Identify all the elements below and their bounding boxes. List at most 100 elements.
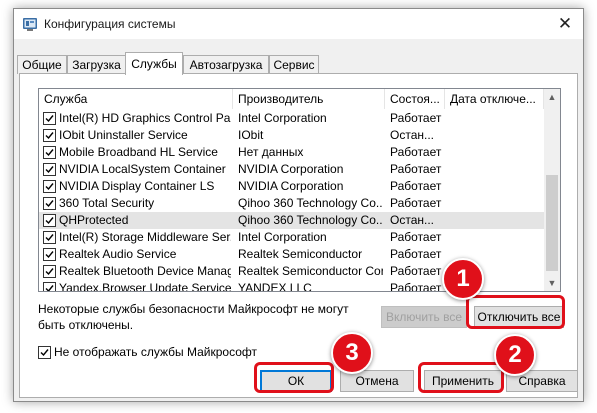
service-status: Работает — [390, 230, 442, 244]
service-date-disabled — [450, 110, 542, 127]
service-status: Работает — [390, 196, 442, 210]
service-row[interactable]: IObit Uninstaller Service IObit Остан... — [39, 127, 544, 144]
service-manufacturer: IObit — [238, 128, 264, 142]
service-checkbox[interactable] — [43, 146, 56, 159]
service-status: Работает — [390, 264, 442, 278]
highlight-ok — [254, 362, 334, 393]
service-name: 360 Total Security — [59, 196, 155, 210]
title-bar: Конфигурация системы ✕ — [14, 9, 583, 39]
msconfig-app-icon — [23, 18, 37, 31]
service-row[interactable]: Intel(R) HD Graphics Control Pa... Intel … — [39, 110, 544, 127]
service-date-disabled — [450, 229, 542, 246]
highlight-disable-all — [466, 295, 565, 329]
column-service[interactable]: Служба — [39, 89, 233, 109]
service-manufacturer: YANDEX LLC — [238, 281, 312, 292]
service-checkbox[interactable] — [43, 129, 56, 142]
service-date-disabled — [450, 212, 542, 229]
close-button[interactable]: ✕ — [555, 14, 575, 34]
service-date-disabled — [450, 195, 542, 212]
service-date-disabled — [450, 178, 542, 195]
list-header: Служба Производитель Состоя... Дата откл… — [39, 89, 544, 109]
service-manufacturer: NVIDIA Corporation — [238, 162, 344, 176]
service-status: Остан... — [390, 128, 434, 142]
service-checkbox[interactable] — [43, 163, 56, 176]
service-row[interactable]: Mobile Broadband HL Service Нет данных Раб… — [39, 144, 544, 161]
service-checkbox[interactable] — [43, 282, 56, 291]
service-checkbox[interactable] — [43, 180, 56, 193]
checkmark-icon — [45, 132, 54, 140]
service-manufacturer: Qihoo 360 Technology Co.... — [238, 213, 383, 227]
service-row[interactable]: NVIDIA LocalSystem Container NVIDIA Corpo… — [39, 161, 544, 178]
tab-tools[interactable]: Сервис — [269, 55, 319, 74]
service-status: Работает — [390, 145, 442, 159]
service-checkbox[interactable] — [43, 214, 56, 227]
service-checkbox[interactable] — [43, 112, 56, 125]
service-status: Работает — [390, 111, 442, 125]
service-checkbox[interactable] — [43, 231, 56, 244]
column-date-disabled[interactable]: Дата отключе... — [445, 89, 544, 109]
service-date-disabled — [450, 144, 542, 161]
service-name: IObit Uninstaller Service — [59, 128, 188, 142]
highlight-apply — [418, 362, 504, 393]
service-manufacturer: NVIDIA Corporation — [238, 179, 344, 193]
checkmark-icon — [45, 285, 54, 291]
column-manufacturer[interactable]: Производитель — [233, 89, 385, 109]
checkmark-icon — [45, 268, 54, 276]
checkmark-icon — [45, 200, 54, 208]
tab-services[interactable]: Службы — [125, 52, 183, 75]
services-list[interactable]: Служба Производитель Состоя... Дата откл… — [38, 88, 561, 292]
service-name: Intel(R) HD Graphics Control Pa... — [59, 111, 231, 125]
scroll-down-icon[interactable]: ▼ — [544, 275, 560, 291]
service-name: Yandex.Browser Update Service — [59, 281, 231, 292]
service-name: Intel(R) Storage Middleware Ser... — [59, 230, 231, 244]
service-manufacturer: Realtek Semiconductor — [238, 247, 363, 261]
hide-microsoft-label: Не отображать службы Майкрософт — [54, 345, 258, 359]
service-status: Остан... — [390, 213, 434, 227]
service-manufacturer: Qihoo 360 Technology Co.... — [238, 196, 383, 210]
service-checkbox[interactable] — [43, 248, 56, 261]
step-badge-3: 3 — [331, 332, 373, 374]
scroll-up-icon[interactable]: ▲ — [544, 89, 560, 105]
service-manufacturer: Intel Corporation — [238, 230, 327, 244]
enable-all-button[interactable]: Включить все — [381, 306, 467, 328]
service-name: NVIDIA LocalSystem Container — [59, 162, 226, 176]
service-row[interactable]: Intel(R) Storage Middleware Ser... Intel … — [39, 229, 544, 246]
service-date-disabled — [450, 127, 542, 144]
service-name: QHProtected — [59, 213, 129, 227]
scroll-thumb[interactable] — [546, 175, 558, 271]
service-status: Работает — [390, 247, 442, 261]
service-manufacturer: Intel Corporation — [238, 111, 327, 125]
checkmark-icon — [45, 234, 54, 242]
service-row[interactable]: QHProtected Qihoo 360 Technology Co.... Ос… — [39, 212, 544, 229]
close-icon: ✕ — [557, 14, 573, 33]
service-checkbox[interactable] — [43, 265, 56, 278]
step-badge-2: 2 — [494, 334, 536, 376]
service-checkbox[interactable] — [43, 197, 56, 210]
tab-general[interactable]: Общие — [17, 55, 67, 74]
checkmark-icon — [45, 251, 54, 259]
checkmark-icon — [40, 349, 49, 357]
checkmark-icon — [45, 183, 54, 191]
window-title: Конфигурация системы — [44, 17, 176, 31]
service-name: NVIDIA Display Container LS — [59, 179, 215, 193]
service-row[interactable]: 360 Total Security Qihoo 360 Technology C… — [39, 195, 544, 212]
checkmark-icon — [45, 217, 54, 225]
hide-microsoft-checkbox[interactable] — [38, 346, 51, 359]
tab-startup[interactable]: Автозагрузка — [183, 55, 269, 74]
service-name: Mobile Broadband HL Service — [59, 145, 218, 159]
column-status[interactable]: Состоя... — [385, 89, 445, 109]
checkmark-icon — [45, 166, 54, 174]
service-status: Работает — [390, 162, 442, 176]
service-status: Работает — [390, 179, 442, 193]
service-manufacturer: Нет данных — [238, 145, 304, 159]
service-row[interactable]: NVIDIA Display Container LS NVIDIA Corpor… — [39, 178, 544, 195]
service-manufacturer: Realtek Semiconductor Corp. — [238, 264, 383, 278]
checkmark-icon — [45, 115, 54, 123]
vertical-scrollbar[interactable]: ▲ ▼ — [544, 89, 560, 291]
service-name: Realtek Audio Service — [59, 247, 177, 261]
service-date-disabled — [450, 161, 542, 178]
checkmark-icon — [45, 149, 54, 157]
service-status: Работает — [390, 281, 442, 292]
step-badge-1: 1 — [442, 258, 484, 300]
tab-boot[interactable]: Загрузка — [67, 55, 126, 74]
